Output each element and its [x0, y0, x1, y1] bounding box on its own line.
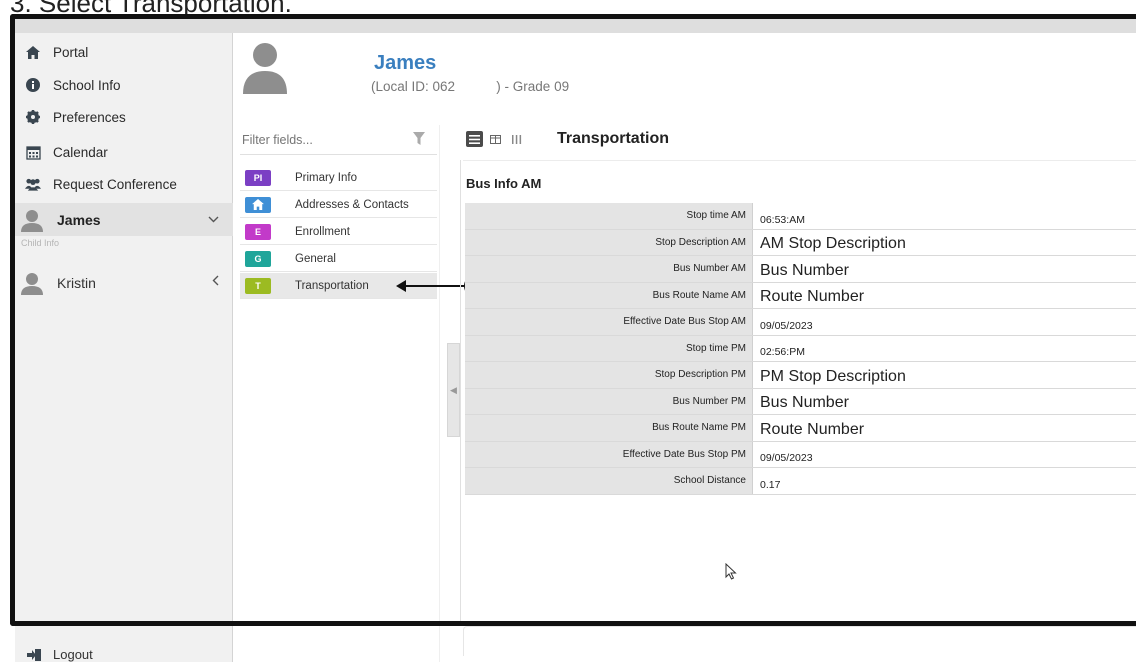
transportation-table: Stop time AM 06:53:AM Stop Description AM… — [465, 203, 1136, 495]
sidebar-item-label: Portal — [53, 44, 89, 60]
sidebar-item-label: Preferences — [53, 109, 126, 125]
field-value: AM Stop Description — [752, 229, 1136, 255]
avatar — [21, 272, 43, 295]
field-label: Effective Date Bus Stop PM — [465, 441, 752, 467]
field-value: 09/05/2023 — [752, 309, 1136, 335]
logout-label: Logout — [53, 647, 93, 662]
field-label: Stop time AM — [465, 203, 752, 229]
pane-separator — [463, 160, 1136, 161]
field-value: PM Stop Description — [752, 362, 1136, 388]
child-selector-kristin[interactable]: Kristin — [15, 266, 233, 299]
table-row: Stop Description AM AM Stop Description — [465, 229, 1136, 256]
chevron-left-icon — [212, 274, 219, 289]
field-label: Stop time PM — [465, 335, 752, 361]
home-icon — [245, 196, 271, 213]
table-row: Bus Route Name AM Route Number — [465, 282, 1136, 309]
field-categories-panel: PI Primary Info Addresses & Contacts E E… — [240, 125, 439, 662]
pane-footer — [463, 626, 1136, 656]
table-row: School Distance 0.17 — [465, 468, 1136, 495]
category-badge: T — [245, 277, 271, 294]
category-badge: PI — [245, 169, 271, 186]
table-row: Stop Description PM PM Stop Description — [465, 362, 1136, 389]
top-bar — [15, 19, 1136, 33]
field-label: Bus Route Name PM — [465, 415, 752, 441]
sidebar-item-label: Calendar — [53, 144, 108, 160]
table-row: Stop time PM 02:56:PM — [465, 335, 1136, 362]
category-label: Enrollment — [295, 225, 350, 238]
field-label: Stop Description PM — [465, 362, 752, 388]
field-label: Stop Description AM — [465, 229, 752, 255]
pane-divider — [460, 160, 461, 626]
category-label: Addresses & Contacts — [295, 198, 409, 211]
field-value: Route Number — [752, 415, 1136, 441]
filter-icon[interactable] — [413, 132, 425, 150]
list-view-icon[interactable] — [466, 131, 483, 147]
category-addresses-contacts[interactable]: Addresses & Contacts — [240, 192, 437, 218]
category-label: General — [295, 252, 336, 265]
child-name: James — [57, 211, 101, 228]
sidebar-item-request-conference[interactable]: Request Conference — [15, 171, 233, 197]
logout-button[interactable]: Logout — [15, 647, 233, 662]
sidebar: Portal School Info Preferences Calendar … — [15, 33, 233, 662]
home-icon — [25, 44, 41, 60]
category-badge: G — [245, 250, 271, 267]
gear-icon — [25, 109, 41, 125]
student-avatar — [243, 43, 287, 94]
category-badge: E — [245, 223, 271, 240]
instruction-text: 3. Select Transportation. — [10, 0, 292, 18]
sidebar-item-label: Request Conference — [53, 176, 177, 192]
field-label: Bus Number AM — [465, 256, 752, 282]
field-value: Bus Number — [752, 388, 1136, 414]
section-title: Bus Info AM — [466, 176, 542, 191]
field-value: Route Number — [752, 282, 1136, 308]
calendar-icon — [25, 144, 41, 160]
table-row: Bus Number PM Bus Number — [465, 388, 1136, 415]
category-label: Primary Info — [295, 171, 357, 184]
table-row: Effective Date Bus Stop AM 09/05/2023 — [465, 309, 1136, 336]
field-value: Bus Number — [752, 256, 1136, 282]
field-value: 02:56:PM — [752, 335, 1136, 361]
category-enrollment[interactable]: E Enrollment — [240, 219, 437, 245]
sidebar-item-school-info[interactable]: School Info — [15, 72, 233, 98]
annotation-arrow — [396, 280, 406, 292]
avatar — [21, 209, 43, 232]
logout-icon — [27, 648, 41, 661]
info-icon — [25, 77, 41, 93]
category-general[interactable]: G General — [240, 246, 437, 272]
child-name: Kristin — [57, 274, 96, 291]
field-label: Bus Number PM — [465, 388, 752, 414]
sidebar-item-portal[interactable]: Portal — [15, 39, 233, 65]
field-value: 0.17 — [752, 468, 1136, 494]
column-divider — [439, 125, 440, 662]
table-row: Stop time AM 06:53:AM — [465, 203, 1136, 230]
pane-title: Transportation — [557, 130, 670, 147]
student-meta: (Local ID: 062 ) - Grade 09 — [371, 79, 570, 94]
table-row: Effective Date Bus Stop PM 09/05/2023 — [465, 441, 1136, 468]
field-value: 06:53:AM — [752, 203, 1136, 229]
student-name: James — [374, 52, 437, 74]
chevron-down-icon — [208, 211, 219, 226]
annotation-line — [400, 285, 464, 287]
table-row: Bus Route Name PM Route Number — [465, 415, 1136, 442]
table-row: Bus Number AM Bus Number — [465, 256, 1136, 283]
mouse-cursor-icon — [725, 563, 737, 580]
field-label: Bus Route Name AM — [465, 282, 752, 308]
child-selector-james[interactable]: James — [15, 203, 233, 236]
field-label: School Distance — [465, 468, 752, 494]
category-label: Transportation — [295, 279, 369, 292]
two-column-view-icon[interactable] — [487, 131, 504, 147]
filter-fields-input[interactable] — [242, 132, 392, 147]
field-label: Effective Date Bus Stop AM — [465, 309, 752, 335]
sidebar-item-preferences[interactable]: Preferences — [15, 104, 233, 130]
users-icon — [25, 176, 41, 192]
collapse-panel-handle[interactable]: ◀ — [447, 343, 460, 437]
field-value: 09/05/2023 — [752, 441, 1136, 467]
filter-bar — [240, 125, 437, 155]
sidebar-item-calendar[interactable]: Calendar — [15, 139, 233, 165]
three-column-view-icon[interactable] — [508, 131, 525, 147]
category-primary-info[interactable]: PI Primary Info — [240, 165, 437, 191]
child-info-label: Child Info — [21, 238, 60, 248]
sidebar-item-label: School Info — [53, 77, 121, 93]
